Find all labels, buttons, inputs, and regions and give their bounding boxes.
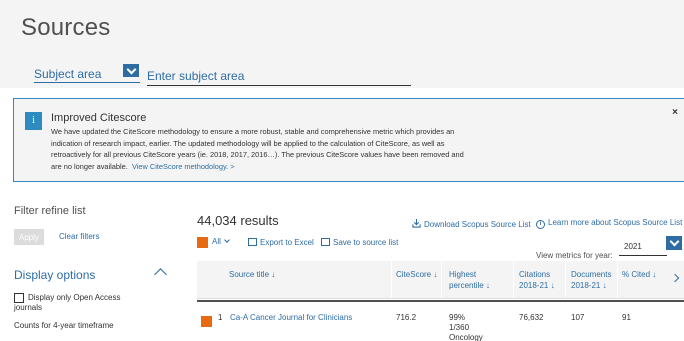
- header-citations[interactable]: Citations 2018-21 ↓: [519, 269, 555, 291]
- header-divider: [391, 261, 392, 298]
- header-citations-line2: 2018-21 ↓: [519, 281, 555, 290]
- subject-area-label: Subject area: [34, 67, 102, 81]
- row-citescore: 716.2: [396, 313, 417, 322]
- display-options-heading[interactable]: Display options: [14, 268, 95, 282]
- chevron-down-icon: [224, 237, 230, 243]
- info-icon: i: [25, 112, 42, 130]
- header-documents-line2: 2018-21 ↓: [571, 281, 607, 290]
- header-documents-line1: Documents: [571, 270, 612, 279]
- header-percent-cited[interactable]: % Cited ↓: [622, 269, 656, 280]
- page-header: Sources Subject area: [0, 0, 684, 88]
- header-divider: [617, 261, 618, 298]
- info-circle-icon: i: [536, 220, 545, 229]
- learn-more-link[interactable]: i Learn more about Scopus Source List: [536, 218, 682, 229]
- apply-button[interactable]: Apply: [14, 229, 44, 245]
- table-row: 1 Ca-A Cancer Journal for Clinicians 716…: [197, 300, 684, 341]
- export-excel-button[interactable]: Export to Excel: [248, 237, 314, 247]
- notice-text: We have updated the CiteScore methodolog…: [51, 127, 464, 172]
- header-citations-line1: Citations: [519, 270, 551, 279]
- save-icon: [321, 238, 330, 246]
- row-percentile-rank: 1/360: [449, 323, 470, 332]
- year-dropdown[interactable]: 2021: [619, 238, 667, 256]
- header-divider: [565, 261, 566, 298]
- row-percentile-category: Oncology: [449, 333, 483, 341]
- row-percent-cited: 91: [622, 313, 631, 322]
- open-access-label: Display only Open Access journals: [14, 293, 168, 313]
- header-highest-percentile-line1: Highest: [449, 270, 477, 279]
- row-checkbox[interactable]: [201, 316, 212, 327]
- results-count: 44,034 results: [197, 213, 279, 228]
- open-access-checkbox[interactable]: [14, 293, 24, 303]
- clear-filters-link[interactable]: Clear filters: [59, 232, 99, 241]
- select-all-dropdown[interactable]: All: [212, 237, 230, 246]
- header-highest-percentile-line2: percentile ↓: [449, 281, 490, 290]
- header-divider: [441, 261, 442, 298]
- row-highest-percentile: 99% 1/360 Oncology: [449, 313, 483, 341]
- row-citations: 76,632: [519, 313, 544, 322]
- header-citescore[interactable]: CiteScore ↓: [396, 269, 437, 280]
- header-documents[interactable]: Documents 2018-21 ↓: [571, 269, 611, 291]
- header-divider: [513, 261, 514, 298]
- close-icon[interactable]: ×: [672, 107, 678, 118]
- header-source-title[interactable]: Source title ↓: [229, 269, 275, 280]
- select-all-checkbox[interactable]: [197, 237, 208, 248]
- row-rank: 1: [218, 313, 223, 322]
- row-documents: 107: [571, 313, 585, 322]
- header-highest-percentile[interactable]: Highest percentile ↓: [449, 269, 490, 291]
- subject-area-dropdown[interactable]: Subject area: [34, 64, 140, 83]
- filter-title: Filter refine list: [14, 205, 86, 217]
- notice-body: We have updated the CiteScore methodolog…: [51, 126, 471, 173]
- subject-area-input[interactable]: [147, 66, 411, 86]
- view-metrics-label: View metrics for year:: [536, 251, 613, 260]
- download-icon: [412, 219, 421, 228]
- citescore-methodology-link[interactable]: View CiteScore methodology. >: [132, 162, 235, 171]
- download-source-list-link[interactable]: Download Scopus Source List: [412, 218, 531, 229]
- chevron-up-icon[interactable]: [154, 268, 167, 281]
- page-title: Sources: [21, 14, 111, 41]
- row-source-title[interactable]: Ca-A Cancer Journal for Clinicians: [230, 313, 352, 323]
- counts-timeframe-label: Counts for 4-year timeframe: [14, 321, 114, 330]
- row-percentile-value: 99%: [449, 313, 466, 322]
- chevron-down-icon[interactable]: [666, 236, 682, 250]
- select-all-label: All: [212, 237, 221, 246]
- open-access-label-line1: Display only Open Access: [28, 293, 121, 302]
- export-label: Export to Excel: [260, 238, 314, 247]
- chevron-down-icon[interactable]: [123, 64, 139, 77]
- notice-title: Improved Citescore: [51, 112, 147, 124]
- download-label: Download Scopus Source List: [424, 220, 531, 229]
- table-header: Source title ↓ CiteScore ↓ Highest perce…: [197, 261, 684, 299]
- export-icon: [248, 238, 257, 246]
- open-access-label-line2: journals: [14, 303, 43, 312]
- learn-more-label: Learn more about Scopus Source List: [548, 218, 683, 227]
- save-to-source-list-button[interactable]: Save to source list: [321, 237, 398, 247]
- save-label: Save to source list: [333, 238, 399, 247]
- citescore-notice: i Improved Citescore We have updated the…: [13, 98, 684, 182]
